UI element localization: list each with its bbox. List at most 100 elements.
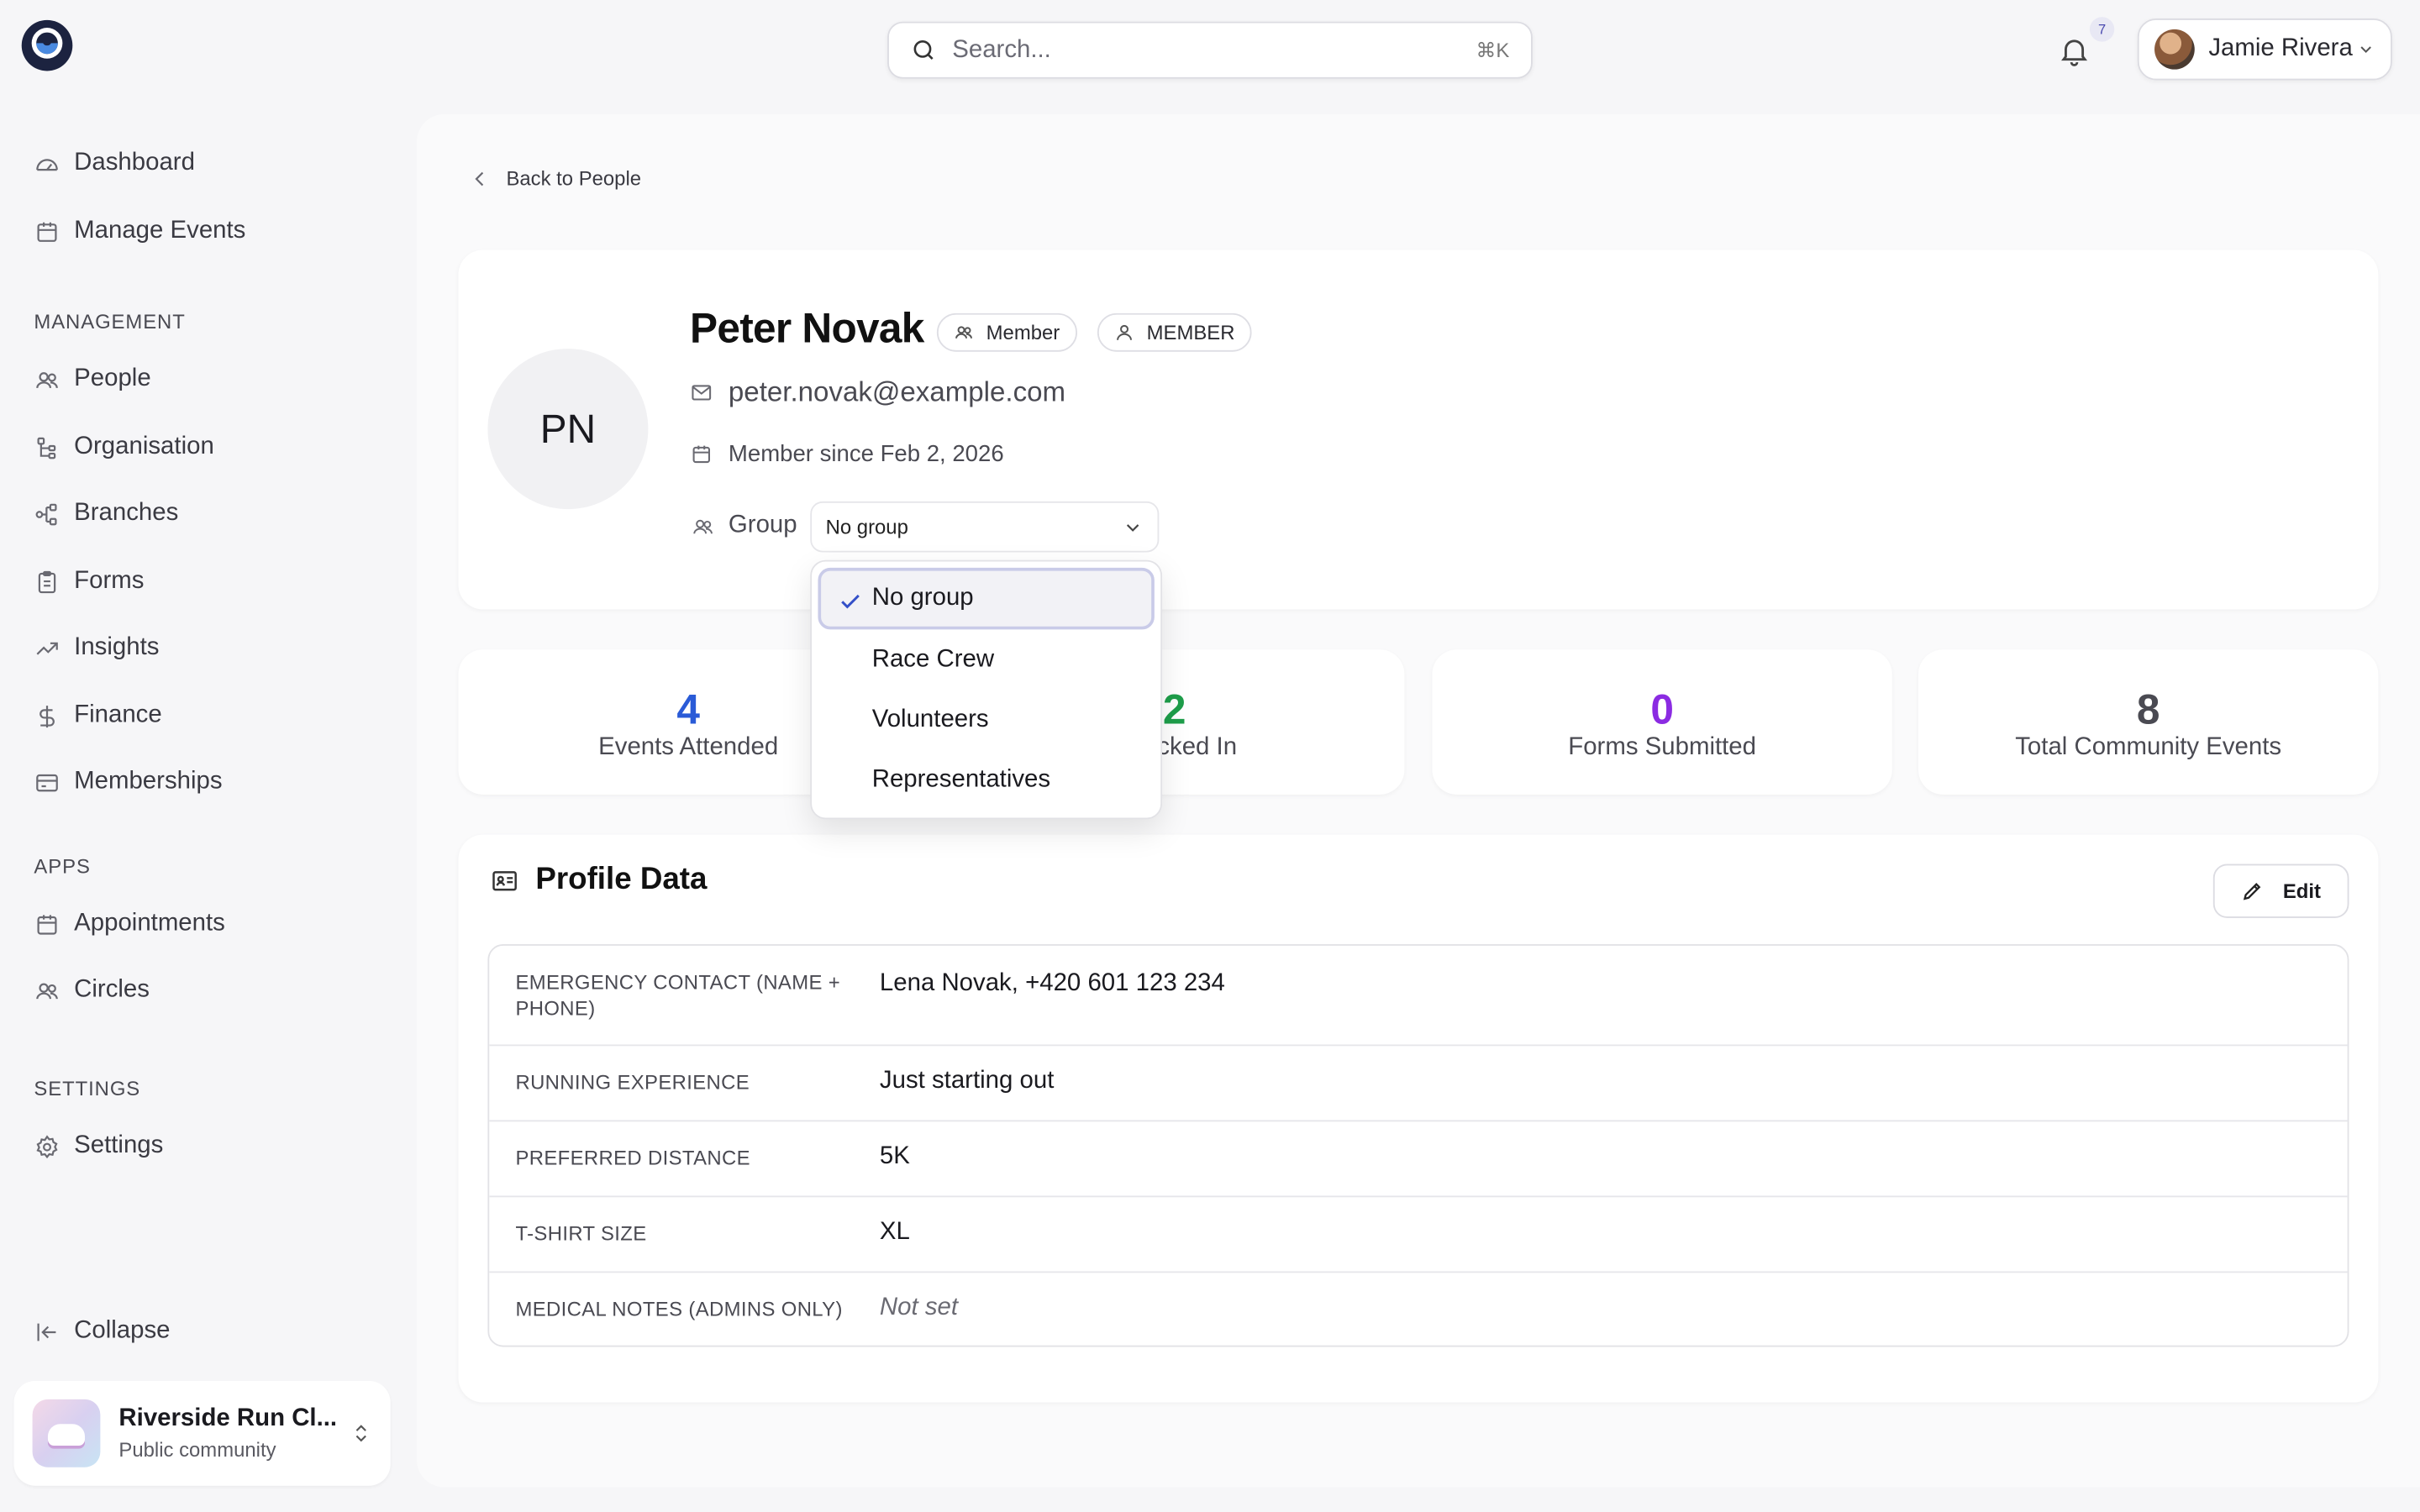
search-shortcut: ⌘K	[1476, 37, 1510, 61]
row-value: 5K	[879, 1142, 910, 1170]
stat-value: 8	[2136, 686, 2160, 733]
people-icon	[34, 978, 60, 1004]
sidebar-item-label: Memberships	[74, 768, 223, 795]
sidebar-item-insights[interactable]: Insights	[34, 629, 159, 666]
profile-card	[458, 249, 2379, 610]
member-since-text: Member since Feb 2, 2026	[728, 441, 1004, 468]
app-logo[interactable]	[20, 18, 74, 72]
sidebar-item-settings[interactable]: Settings	[34, 1128, 163, 1165]
stat-value: 0	[1650, 686, 1674, 733]
member-tag-label: Member	[986, 321, 1060, 344]
sidebar-item-dashboard[interactable]: Dashboard	[34, 145, 195, 182]
table-row: MEDICAL NOTES (ADMINS ONLY) Not set	[489, 1273, 2347, 1345]
row-value: XL	[879, 1218, 910, 1246]
id-card-icon	[491, 866, 518, 894]
section-label-settings: SETTINGS	[34, 1077, 141, 1100]
user-icon	[1114, 323, 1134, 343]
table-row: T-SHIRT SIZE XL	[489, 1197, 2348, 1273]
user-menu-button[interactable]: Jamie Rivera	[2137, 18, 2392, 81]
profile-data-table: EMERGENCY CONTACT (NAME + PHONE) Lena No…	[487, 944, 2349, 1347]
profile-data-title: Profile Data	[491, 863, 707, 898]
role-tag: MEMBER	[1097, 312, 1252, 352]
clipboard-icon	[34, 569, 60, 595]
mail-icon	[690, 381, 713, 405]
option-label: No group	[871, 585, 974, 612]
chevron-up-down-icon	[350, 1422, 372, 1444]
table-row: PREFERRED DISTANCE 5K	[489, 1121, 2348, 1198]
sidebar-item-label: Dashboard	[74, 150, 195, 176]
back-link-label: Back to People	[506, 166, 642, 190]
sidebar-item-people[interactable]: People	[34, 361, 151, 398]
community-name: Riverside Run Cl...	[118, 1405, 338, 1432]
calendar-icon	[690, 443, 713, 466]
community-switcher[interactable]: Riverside Run Cl... Public community	[13, 1380, 391, 1486]
gauge-icon	[34, 150, 60, 176]
stat-card-forms-submitted: 0 Forms Submitted	[1432, 649, 1892, 795]
community-logo	[32, 1399, 101, 1467]
sidebar-item-memberships[interactable]: Memberships	[34, 764, 223, 801]
avatar-initials: PN	[539, 405, 597, 452]
calendar-icon	[34, 218, 60, 244]
group-select[interactable]: No group	[810, 501, 1160, 553]
community-info: Riverside Run Cl... Public community	[118, 1405, 350, 1461]
sidebar-item-label: Manage Events	[74, 217, 246, 244]
table-row: EMERGENCY CONTACT (NAME + PHONE) Lena No…	[489, 946, 2348, 1047]
sidebar-item-label: Settings	[74, 1132, 164, 1159]
row-value: Just starting out	[879, 1067, 1055, 1095]
group-option-volunteers[interactable]: Volunteers	[818, 690, 1154, 751]
sidebar-item-label: Appointments	[74, 910, 225, 937]
dollar-icon	[34, 703, 60, 729]
collapse-icon	[34, 1318, 60, 1344]
hierarchy-icon	[34, 434, 60, 460]
gear-icon	[34, 1133, 60, 1159]
row-value: Not set	[879, 1294, 959, 1321]
row-key: EMERGENCY CONTACT (NAME + PHONE)	[515, 970, 841, 1021]
sidebar-item-finance[interactable]: Finance	[34, 697, 162, 734]
sidebar-item-label: Branches	[74, 500, 179, 527]
sidebar-item-label: Finance	[74, 701, 162, 728]
branches-icon	[34, 501, 60, 527]
email-text: peter.novak@example.com	[728, 376, 1066, 407]
group-option-race-crew[interactable]: Race Crew	[818, 629, 1154, 690]
collapse-sidebar-button[interactable]: Collapse	[34, 1313, 171, 1350]
group-option-representatives[interactable]: Representatives	[818, 750, 1154, 811]
back-to-people-link[interactable]: Back to People	[469, 166, 641, 190]
people-icon	[34, 366, 60, 392]
row-key: PREFERRED DISTANCE	[515, 1146, 750, 1170]
section-label-apps: APPS	[34, 854, 91, 879]
avatar: PN	[487, 349, 649, 510]
chevron-down-icon	[1122, 516, 1144, 538]
collapse-label: Collapse	[74, 1317, 171, 1344]
search-icon	[911, 37, 937, 63]
sidebar-item-branches[interactable]: Branches	[34, 496, 178, 533]
community-subtitle: Public community	[118, 1437, 276, 1462]
people-icon	[690, 515, 713, 538]
sidebar-item-label: Insights	[74, 633, 160, 661]
bell-icon[interactable]	[2057, 34, 2091, 67]
check-icon	[838, 590, 862, 614]
group-option-no-group[interactable]: No group	[818, 567, 1155, 630]
sidebar-item-label: Organisation	[74, 433, 214, 460]
group-label: Group	[728, 512, 797, 539]
sidebar-item-manage-events[interactable]: Manage Events	[34, 213, 245, 249]
global-search[interactable]: Search... ⌘K	[887, 21, 1533, 79]
sidebar-item-organisation[interactable]: Organisation	[34, 429, 214, 466]
option-label: Volunteers	[871, 706, 989, 733]
sidebar-item-label: Forms	[74, 567, 145, 595]
stat-label: Forms Submitted	[1568, 734, 1756, 761]
member-tag: Member	[936, 312, 1077, 352]
edit-profile-data-button[interactable]: Edit	[2212, 864, 2349, 918]
row-key: MEDICAL NOTES (ADMINS ONLY)	[515, 1297, 843, 1321]
role-tag-label: MEMBER	[1146, 321, 1235, 344]
sidebar-item-appointments[interactable]: Appointments	[34, 906, 225, 942]
notification-count-badge: 7	[2089, 17, 2115, 42]
sidebar-item-forms[interactable]: Forms	[34, 563, 144, 600]
search-placeholder: Search...	[952, 36, 1051, 63]
member-since-line: Member since Feb 2, 2026	[690, 441, 1004, 468]
sidebar-item-circles[interactable]: Circles	[34, 972, 150, 1009]
table-row: RUNNING EXPERIENCE Just starting out	[489, 1046, 2348, 1122]
people-icon	[954, 323, 974, 343]
stat-label: Total Community Events	[2015, 734, 2282, 761]
person-name: Peter Novak	[690, 305, 924, 352]
email-line: peter.novak@example.com	[690, 376, 1065, 409]
